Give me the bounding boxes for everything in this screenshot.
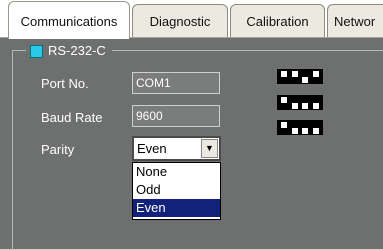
dip-switch-icon bbox=[277, 69, 323, 84]
baud-rate-label: Baud Rate bbox=[41, 110, 103, 125]
port-no-label: Port No. bbox=[41, 76, 89, 91]
parity-option-none[interactable]: None bbox=[133, 163, 220, 181]
dip-switch-icon bbox=[277, 120, 323, 135]
tab-calibration[interactable]: Calibration bbox=[230, 4, 325, 38]
dip-switch-icon bbox=[277, 95, 323, 110]
tab-network[interactable]: Networ bbox=[327, 4, 383, 38]
parity-select[interactable]: Even ▼ bbox=[132, 136, 221, 161]
group-marker-icon bbox=[30, 44, 43, 58]
chevron-down-icon[interactable]: ▼ bbox=[201, 139, 218, 158]
baud-rate-field[interactable]: 9600 bbox=[132, 105, 220, 127]
parity-option-even[interactable]: Even bbox=[133, 199, 220, 217]
rs232c-group-title: RS-232-C bbox=[26, 43, 112, 59]
tab-diagnostic[interactable]: Diagnostic bbox=[132, 4, 228, 38]
tab-bar: Communications Diagnostic Calibration Ne… bbox=[0, 0, 383, 39]
parity-label: Parity bbox=[41, 142, 75, 157]
group-title-text: RS-232-C bbox=[48, 43, 106, 58]
parity-selected-value: Even bbox=[137, 141, 167, 156]
parity-option-odd[interactable]: Odd bbox=[133, 181, 220, 199]
parity-dropdown-list: None Odd Even bbox=[132, 162, 221, 220]
port-no-field[interactable]: COM1 bbox=[132, 72, 220, 94]
tab-communications[interactable]: Communications bbox=[8, 1, 130, 39]
